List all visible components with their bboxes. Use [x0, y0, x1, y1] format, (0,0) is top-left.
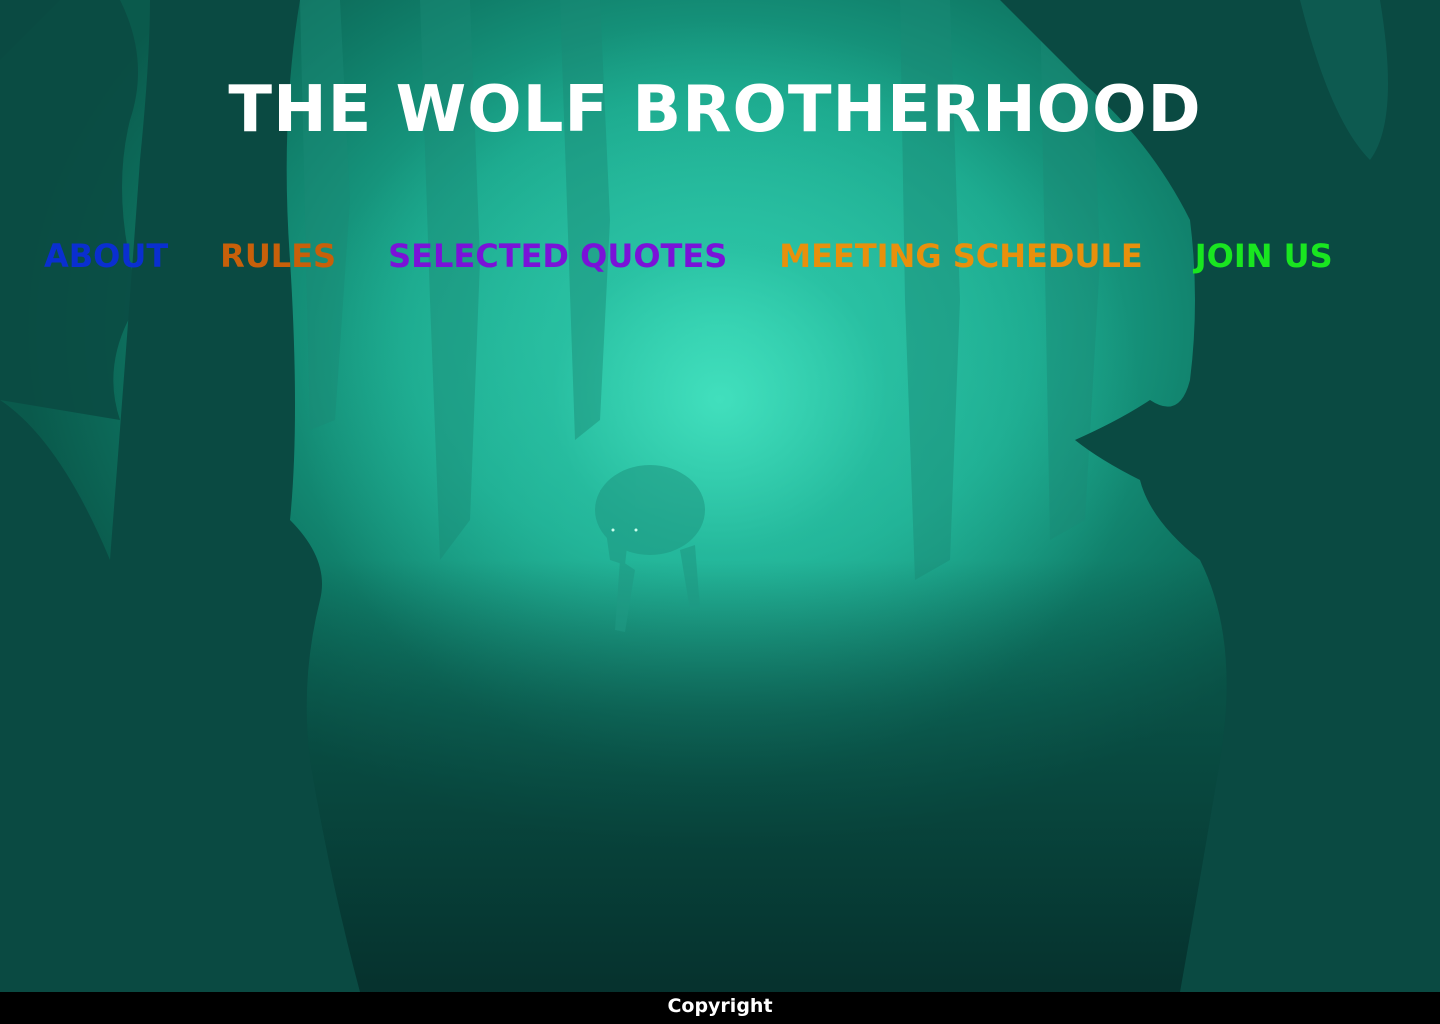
copyright-text: Copyright — [667, 995, 773, 1017]
nav-link-rules[interactable]: RULES — [220, 234, 336, 278]
nav-link-selected-quotes[interactable]: SELECTED QUOTES — [388, 234, 727, 278]
page-title: THE WOLF BROTHERHOOD — [228, 73, 1202, 147]
nav-link-meeting-schedule[interactable]: MEETING SCHEDULE — [779, 234, 1142, 278]
page: THE WOLF BROTHERHOOD ABOUT RULES SELECTE… — [0, 0, 1440, 1024]
main-nav: ABOUT RULES SELECTED QUOTES MEETING SCHE… — [44, 234, 1333, 278]
footer: Copyright — [0, 992, 1440, 1024]
nav-link-join-us[interactable]: JOIN US — [1195, 234, 1333, 278]
nav-link-about[interactable]: ABOUT — [44, 234, 168, 278]
